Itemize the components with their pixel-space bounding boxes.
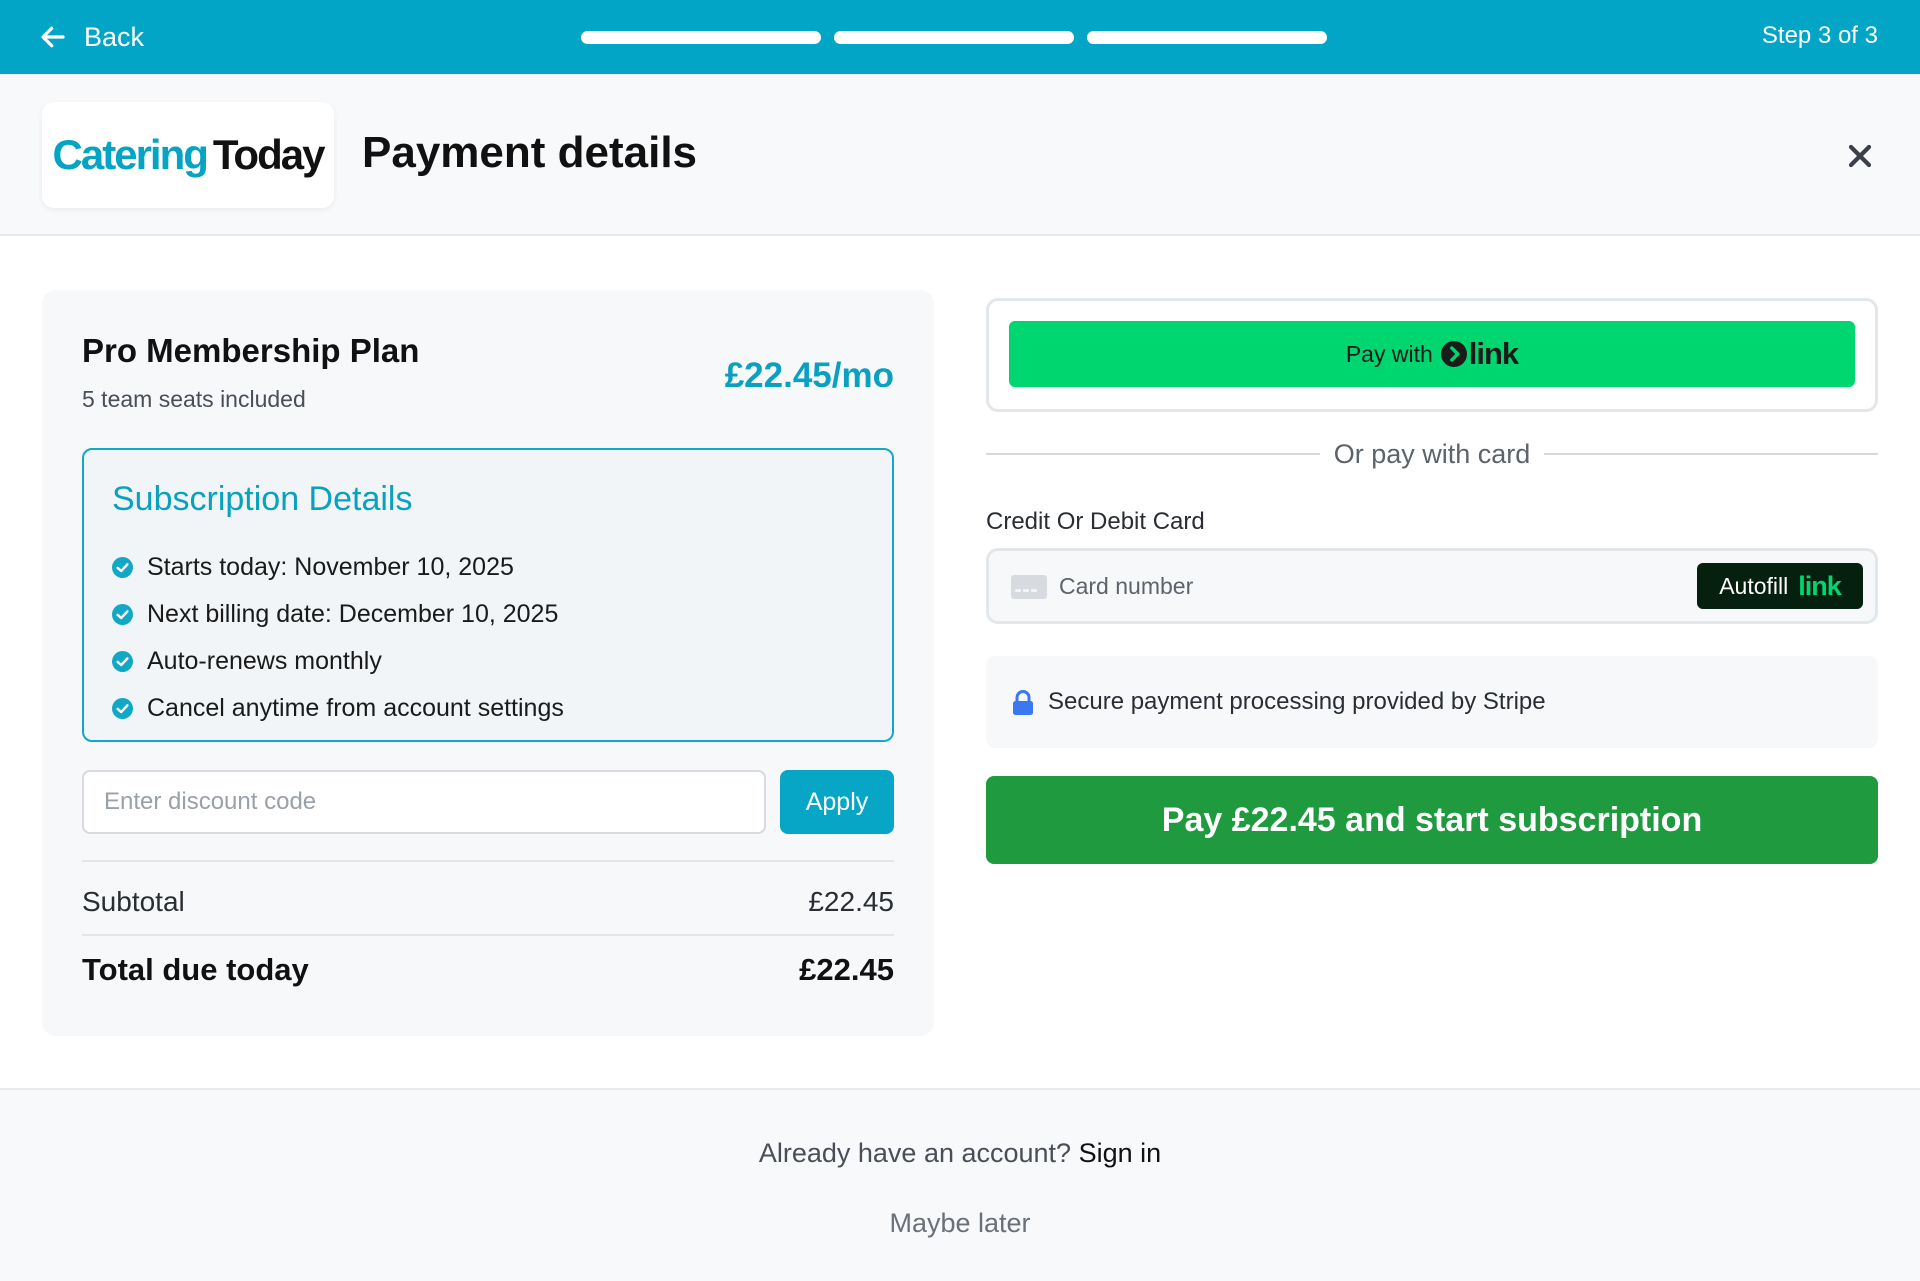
progress-bar	[581, 31, 1327, 44]
pay-with-link-prefix: Pay with	[1345, 340, 1433, 367]
page-footer: Already have an account? Sign in Maybe l…	[0, 1088, 1920, 1281]
list-item: Cancel anytime from account settings	[112, 685, 564, 732]
link-chevron-icon	[1440, 341, 1467, 367]
plan-price: £22.45/mo	[724, 356, 894, 395]
divider-line	[986, 453, 1320, 455]
list-item: Auto-renews monthly	[112, 638, 564, 685]
card-number-input[interactable]: Card number Autofill link	[986, 548, 1878, 624]
total-value: £22.45	[799, 952, 894, 987]
total-label: Total due today	[82, 952, 309, 987]
back-label: Back	[84, 21, 145, 52]
divider-line	[1544, 453, 1879, 455]
divider	[82, 860, 894, 862]
list-item: Next billing date: December 10, 2025	[112, 591, 564, 638]
secure-payment-text: Secure payment processing provided by St…	[1048, 688, 1546, 715]
credit-card-icon	[1011, 575, 1047, 599]
plan-seats: 5 team seats included	[82, 386, 306, 412]
page-title: Payment details	[362, 128, 698, 177]
link-logo: link	[1440, 336, 1519, 372]
close-icon	[1848, 144, 1872, 168]
card-number-placeholder: Card number	[1059, 573, 1194, 599]
check-circle-icon	[112, 557, 133, 578]
secure-payment-notice: Secure payment processing provided by St…	[986, 656, 1878, 748]
list-item: Starts today: November 10, 2025	[112, 544, 564, 591]
already-have-account: Already have an account? Sign in	[0, 1138, 1920, 1169]
lock-icon	[1013, 690, 1033, 715]
pay-and-subscribe-button[interactable]: Pay £22.45 and start subscription	[986, 776, 1878, 864]
check-circle-icon	[112, 651, 133, 672]
subscription-details-box: Subscription Details Starts today: Novem…	[82, 448, 894, 742]
or-divider: Or pay with card	[986, 436, 1879, 472]
close-button[interactable]	[1842, 138, 1878, 174]
progress-segment-1	[581, 31, 821, 44]
autofill-link-button[interactable]: Autofill link	[1697, 563, 1863, 609]
step-indicator: Step 3 of 3	[1761, 22, 1878, 49]
discount-code-input[interactable]	[82, 770, 766, 834]
list-item-text: Cancel anytime from account settings	[147, 694, 564, 722]
already-have-account-text: Already have an account?	[758, 1138, 1072, 1168]
top-bar: Back Step 3 of 3	[0, 0, 1920, 74]
page-header: Catering Today Payment details	[0, 74, 1920, 236]
plan-name: Pro Membership Plan	[82, 332, 420, 369]
arrow-left-icon	[41, 26, 65, 48]
order-summary-card: Pro Membership Plan 5 team seats include…	[42, 290, 934, 1036]
or-pay-with-card-text: Or pay with card	[1333, 438, 1531, 469]
list-item-text: Starts today: November 10, 2025	[147, 553, 514, 581]
progress-segment-3	[1087, 31, 1327, 44]
card-field-label: Credit Or Debit Card	[986, 508, 1205, 535]
logo-word-catering: Catering	[52, 131, 209, 178]
list-item-text: Auto-renews monthly	[147, 647, 382, 675]
link-brand-text: link	[1468, 336, 1519, 371]
logo-word-today: Today	[212, 131, 326, 178]
subtotal-label: Subtotal	[82, 886, 185, 917]
check-circle-icon	[112, 698, 133, 719]
progress-segment-2	[834, 31, 1074, 44]
autofill-label: Autofill	[1719, 572, 1789, 599]
subscription-details-title: Subscription Details	[112, 480, 413, 518]
maybe-later-link[interactable]: Maybe later	[0, 1208, 1920, 1239]
subtotal-value: £22.45	[808, 886, 894, 917]
back-button[interactable]: Back	[38, 18, 144, 56]
link-pay-container: Pay with link	[986, 298, 1878, 412]
list-item-text: Next billing date: December 10, 2025	[147, 600, 559, 628]
pay-with-link-button[interactable]: Pay with link	[1009, 321, 1855, 387]
brand-logo: Catering Today	[42, 102, 334, 208]
check-circle-icon	[112, 604, 133, 625]
divider	[82, 934, 894, 936]
autofill-link-brand: link	[1798, 570, 1842, 601]
sign-in-link[interactable]: Sign in	[1079, 1138, 1162, 1168]
apply-discount-button[interactable]: Apply	[780, 770, 894, 834]
subscription-details-list: Starts today: November 10, 2025 Next bil…	[112, 544, 564, 732]
